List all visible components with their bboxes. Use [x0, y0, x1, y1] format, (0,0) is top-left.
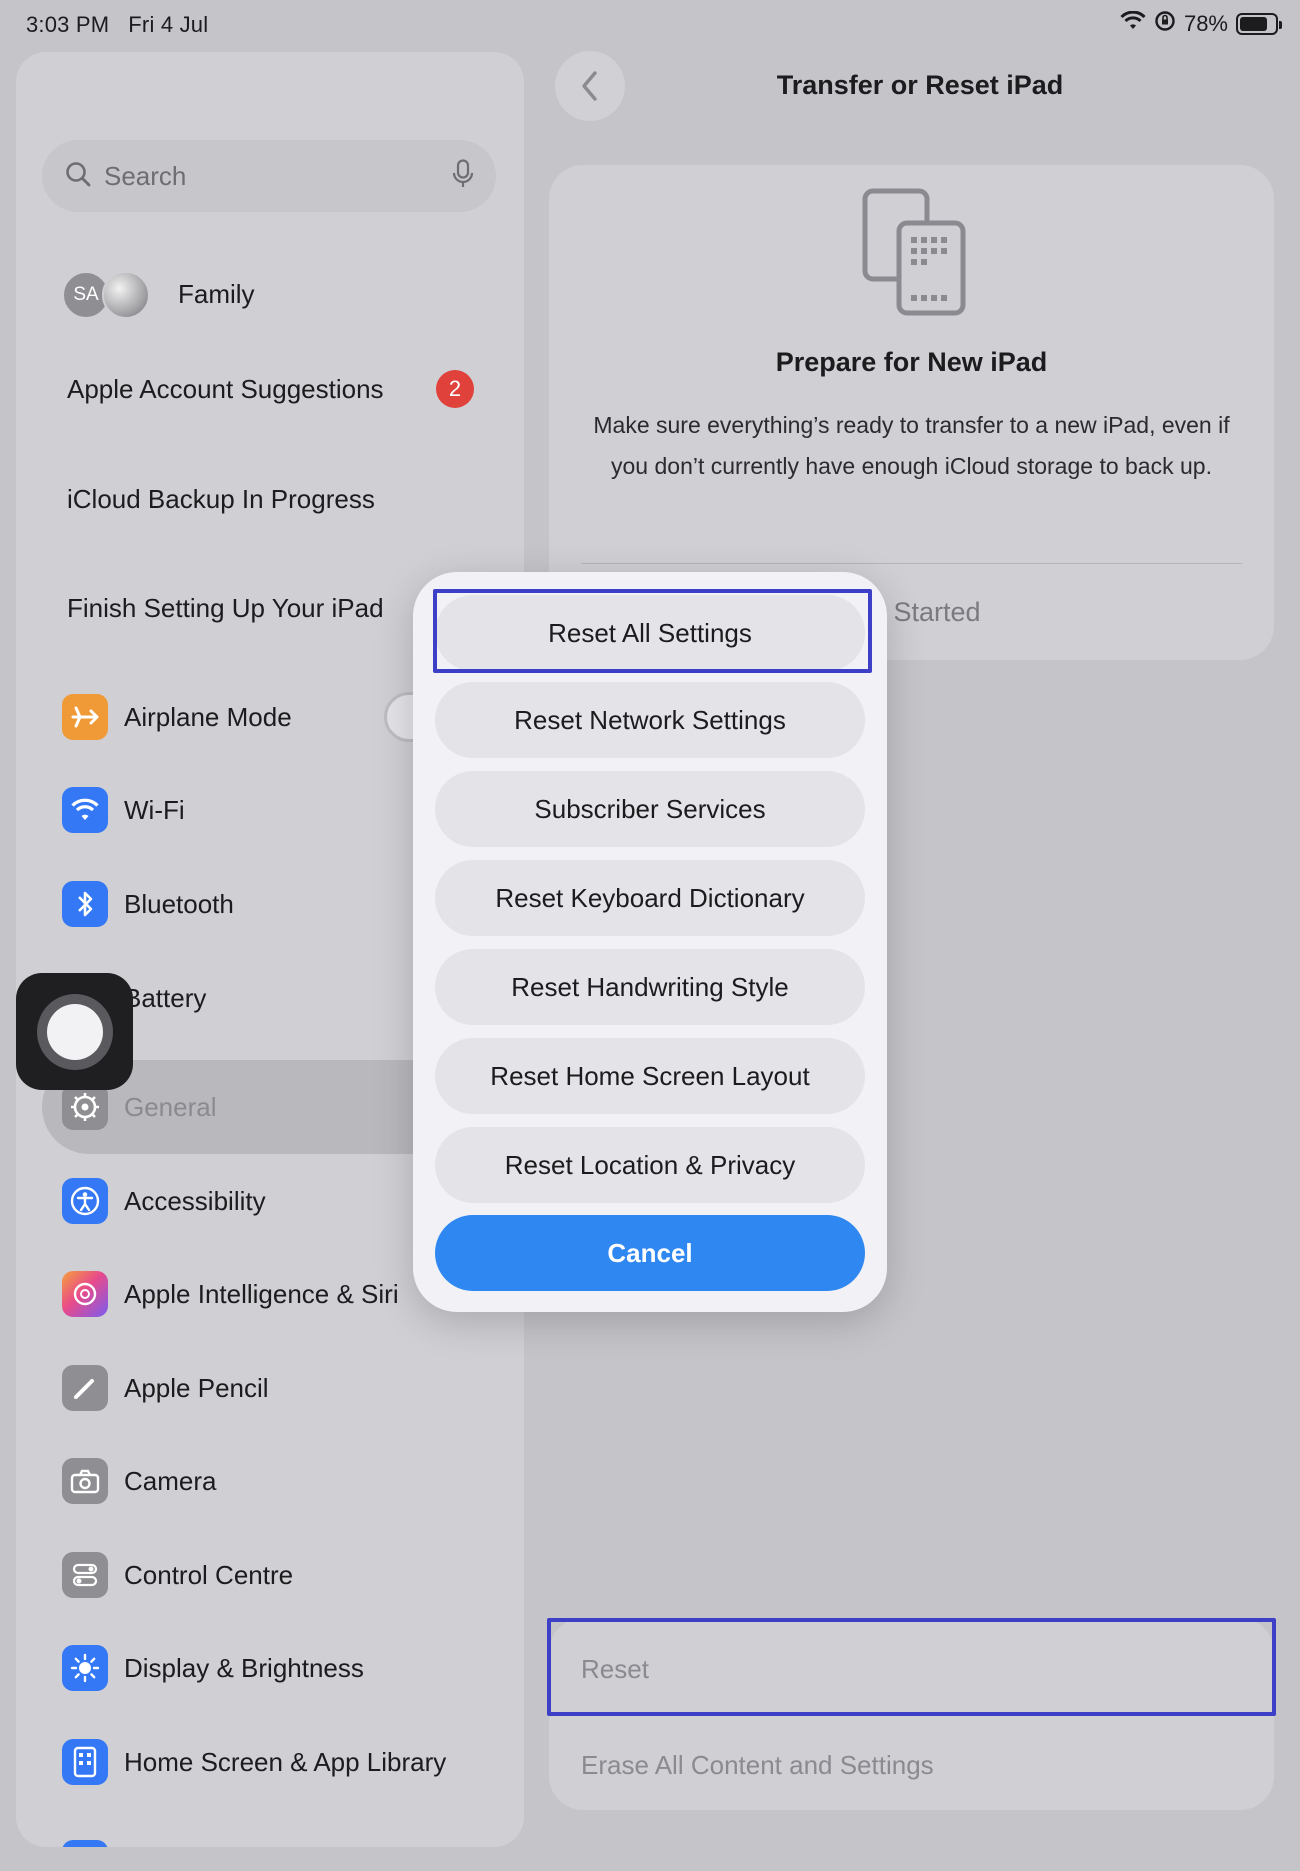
- battery-fill: [1240, 17, 1267, 31]
- control-centre-icon: [62, 1552, 108, 1598]
- subscriber-services-button[interactable]: Subscriber Services: [435, 771, 865, 847]
- search-icon: [64, 160, 92, 193]
- sidebar-item-label: Apple Intelligence & Siri: [124, 1278, 399, 1309]
- family-label: Family: [178, 278, 255, 309]
- reset-location-privacy-button[interactable]: Reset Location & Privacy: [435, 1127, 865, 1203]
- notification-badge: 2: [436, 370, 474, 408]
- gear-icon: [62, 1084, 108, 1130]
- microphone-icon[interactable]: [452, 158, 474, 194]
- sidebar-item-control-centre[interactable]: Control Centre: [16, 1536, 524, 1614]
- sidebar-item-label: General: [124, 1091, 217, 1122]
- wifi-status-icon: [1120, 10, 1146, 37]
- apple-account-suggestions-row[interactable]: Apple Account Suggestions 2: [16, 350, 524, 428]
- erase-all-content-button[interactable]: Erase All Content and Settings: [581, 1750, 934, 1781]
- reset-home-screen-layout-button[interactable]: Reset Home Screen Layout: [435, 1038, 865, 1114]
- icloud-backup-label: iCloud Backup In Progress: [67, 483, 375, 514]
- suggestions-label: Apple Account Suggestions: [67, 373, 384, 404]
- sidebar-item-home-screen-app-library[interactable]: Home Screen & App Library: [16, 1723, 524, 1801]
- search-placeholder: Search: [104, 160, 187, 191]
- sidebar-item-label: Display & Brightness: [124, 1652, 364, 1683]
- icloud-backup-row[interactable]: iCloud Backup In Progress: [16, 460, 524, 538]
- sidebar-item-label: Home Screen & App Library: [124, 1746, 447, 1777]
- avatar: [102, 271, 150, 319]
- reset-highlight-box: [547, 1618, 1276, 1716]
- reset-network-settings-button[interactable]: Reset Network Settings: [435, 682, 865, 758]
- cancel-button[interactable]: Cancel: [435, 1215, 865, 1291]
- sidebar-item-label: Airplane Mode: [124, 701, 292, 732]
- finish-setup-label: Finish Setting Up Your iPad: [67, 592, 384, 623]
- sidebar-item-label: Control Centre: [124, 1559, 294, 1590]
- assistive-touch-dot: [46, 1003, 103, 1060]
- prepare-title: Prepare for New iPad: [775, 347, 1048, 377]
- family-avatars: SA: [62, 269, 162, 319]
- sun-icon: [62, 1645, 108, 1691]
- camera-icon: [62, 1458, 108, 1504]
- battery-icon: [1236, 13, 1282, 35]
- bluetooth-icon: [62, 881, 108, 927]
- status-time-date: 3:03 PM Fri 4 Jul: [26, 12, 208, 38]
- status-time: 3:03 PM: [26, 12, 110, 37]
- home-screen-icon: [62, 1739, 108, 1785]
- sidebar-item-label: Battery: [124, 982, 207, 1013]
- reset-all-settings-highlight-box: [433, 589, 872, 673]
- sidebar-item-display-brightness[interactable]: Display & Brightness: [16, 1629, 524, 1707]
- status-indicators: 78%: [1120, 10, 1282, 38]
- pencil-icon: [62, 1365, 108, 1411]
- sidebar-item-label: Wi-Fi: [124, 794, 185, 825]
- page-title: Transfer or Reset iPad: [776, 70, 1064, 100]
- sidebar-item-label: Bluetooth: [124, 888, 234, 919]
- sidebar-item-apple-pencil[interactable]: Apple Pencil: [16, 1349, 524, 1427]
- status-bar: 3:03 PM Fri 4 Jul 78%: [0, 0, 1300, 52]
- sidebar-item-label: Camera: [124, 1465, 217, 1496]
- back-button[interactable]: [555, 51, 625, 121]
- siri-icon: [62, 1271, 108, 1317]
- wifi-icon: [62, 787, 108, 833]
- sidebar-item-label: Accessibility: [124, 1185, 266, 1216]
- divider: [581, 563, 1242, 564]
- airplane-icon: [62, 694, 108, 740]
- assistive-touch-ring: [36, 993, 113, 1070]
- accessibility-icon: [62, 1178, 108, 1224]
- reset-keyboard-dictionary-button[interactable]: Reset Keyboard Dictionary: [435, 860, 865, 936]
- reset-handwriting-style-button[interactable]: Reset Handwriting Style: [435, 949, 865, 1025]
- devices-transfer-icon: [861, 187, 971, 322]
- chevron-left-icon: [582, 71, 597, 101]
- sidebar-item-partial[interactable]: [16, 1824, 524, 1847]
- orientation-lock-icon: [1154, 10, 1176, 38]
- assistive-touch-button[interactable]: [16, 973, 133, 1090]
- status-date: Fri 4 Jul: [128, 12, 209, 37]
- search-field[interactable]: Search: [42, 140, 496, 212]
- sidebar-item-label: Apple Pencil: [124, 1372, 269, 1403]
- multitasking-icon: [62, 1840, 108, 1847]
- reset-action-sheet: Reset All Settings Reset Network Setting…: [413, 572, 887, 1312]
- sidebar-item-camera[interactable]: Camera: [16, 1442, 524, 1520]
- prepare-description: Make sure everything’s ready to transfer…: [593, 412, 1230, 479]
- family-row[interactable]: SA Family: [16, 255, 524, 333]
- battery-percent: 78%: [1183, 11, 1228, 36]
